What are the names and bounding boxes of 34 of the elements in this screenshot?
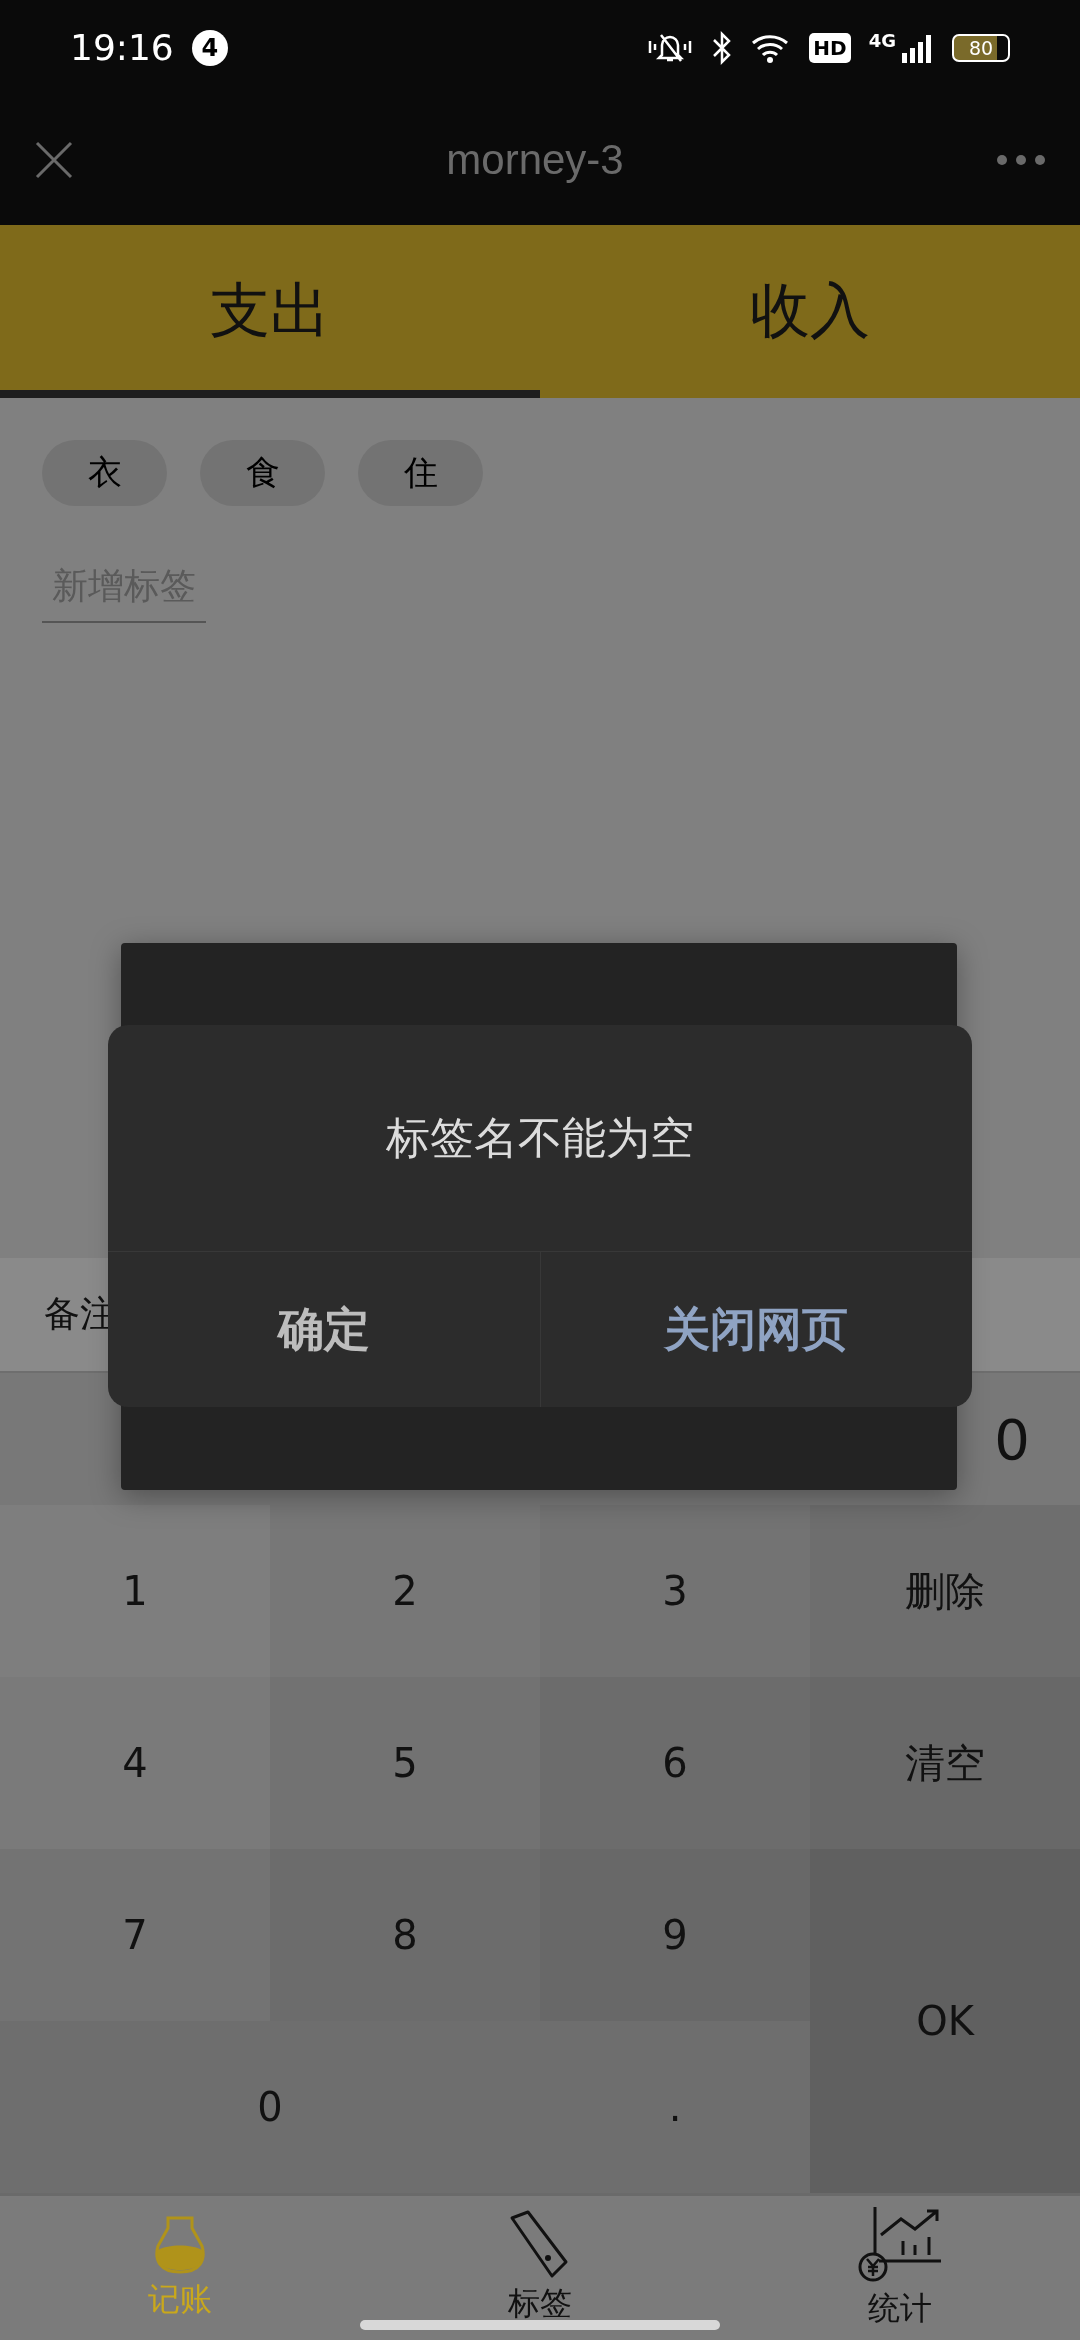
keypad-key[interactable]: . bbox=[540, 2021, 810, 2193]
close-button[interactable] bbox=[34, 140, 74, 180]
keypad-key[interactable]: OK bbox=[810, 1849, 1080, 2193]
keypad-key[interactable]: 7 bbox=[0, 1849, 270, 2021]
keypad-key[interactable]: 6 bbox=[540, 1677, 810, 1849]
tag-chip[interactable]: 住 bbox=[358, 440, 483, 506]
keypad-key[interactable]: 删除 bbox=[810, 1505, 1080, 1677]
network-type: 4G bbox=[868, 30, 896, 51]
flask-icon bbox=[154, 2214, 206, 2276]
notification-count: 4 bbox=[191, 29, 228, 66]
page-title: morney-3 bbox=[445, 136, 625, 184]
alert-message: 标签名不能为空 bbox=[386, 1110, 694, 1165]
keypad-key[interactable]: 2 bbox=[270, 1505, 540, 1677]
keypad-key[interactable]: 0 bbox=[0, 2021, 540, 2193]
signal-icon bbox=[900, 32, 934, 63]
nav-tab[interactable]: 标签 bbox=[360, 2196, 720, 2340]
keypad-key[interactable]: 4 bbox=[0, 1677, 270, 1849]
clock-time: 19:16 bbox=[70, 27, 174, 68]
nav-tab[interactable]: 统计 bbox=[720, 2196, 1080, 2340]
alert-button[interactable]: 确定 bbox=[108, 1252, 540, 1407]
keypad-key[interactable]: 8 bbox=[270, 1849, 540, 2021]
keypad-key[interactable]: 5 bbox=[270, 1677, 540, 1849]
more-menu-button[interactable] bbox=[996, 154, 1046, 166]
keypad-key[interactable]: 3 bbox=[540, 1505, 810, 1677]
hd-badge: HD bbox=[809, 32, 851, 63]
battery-level: 80 bbox=[952, 33, 1010, 62]
tag-chip[interactable]: 衣 bbox=[42, 440, 167, 506]
amount-display: 0 bbox=[994, 1406, 1030, 1472]
type-tab[interactable]: 收入 bbox=[540, 225, 1080, 398]
keypad-key[interactable]: 清空 bbox=[810, 1677, 1080, 1849]
alert-button[interactable]: 关闭网页 bbox=[539, 1252, 972, 1407]
tag-chip[interactable]: 食 bbox=[200, 440, 325, 506]
keypad-key[interactable]: 9 bbox=[540, 1849, 810, 2021]
type-tab[interactable]: 支出 bbox=[0, 225, 540, 398]
